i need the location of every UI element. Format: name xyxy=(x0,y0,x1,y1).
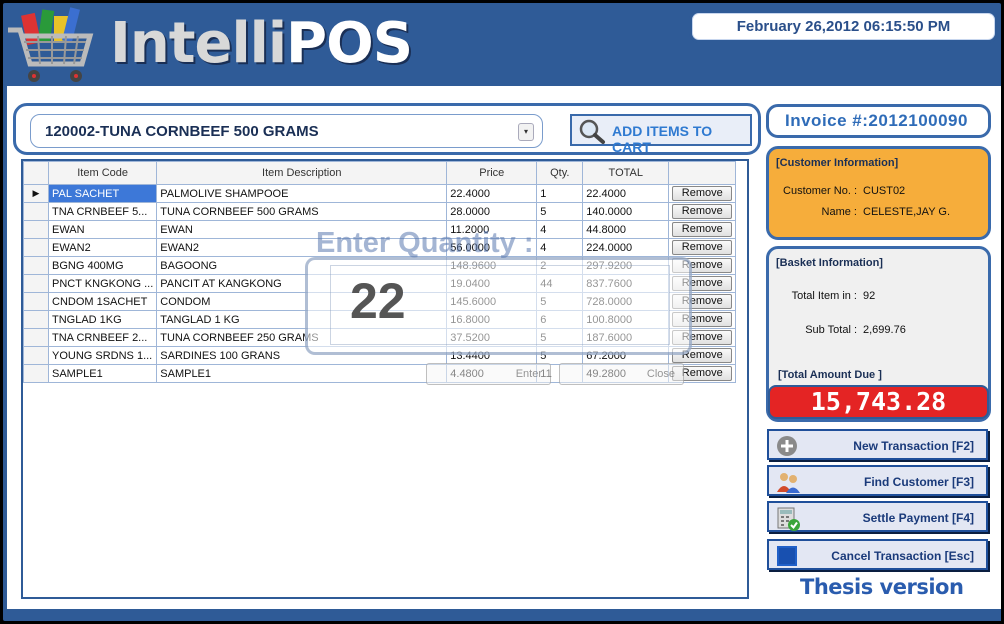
row-header[interactable] xyxy=(23,220,49,239)
table-header-row: Item Code Item Description Price Qty. TO… xyxy=(23,161,737,185)
cell-item-code[interactable]: BGNG 400MG xyxy=(47,256,158,275)
find-customer-button[interactable]: Find Customer [F3] xyxy=(767,465,988,496)
row-header-corner xyxy=(23,161,49,185)
cancel-transaction-label: Cancel Transaction [Esc] xyxy=(831,549,974,563)
cell-qty[interactable]: 4 xyxy=(536,238,584,257)
item-select-value: 120002-TUNA CORNBEEF 500 GRAMS xyxy=(45,123,319,140)
dropdown-arrow-icon[interactable]: ▾ xyxy=(518,123,534,141)
col-qty[interactable]: Qty. xyxy=(536,161,584,185)
cell-total[interactable]: 22.4000 xyxy=(582,184,670,203)
item-select-combo[interactable]: 120002-TUNA CORNBEEF 500 GRAMS ▾ xyxy=(30,114,543,148)
customer-name-label: Name : xyxy=(821,206,857,218)
col-total[interactable]: TOTAL xyxy=(582,161,670,185)
new-transaction-button[interactable]: New Transaction [F2] xyxy=(767,429,988,460)
cell-qty[interactable]: 1 xyxy=(536,184,584,203)
remove-button[interactable]: Remove xyxy=(672,240,733,255)
cell-item-code[interactable]: PAL SACHET xyxy=(47,184,158,203)
remove-button[interactable]: Remove xyxy=(672,222,733,237)
row-header[interactable] xyxy=(23,274,49,293)
add-items-label: ADD ITEMS TO CART xyxy=(612,123,713,155)
cell-remove: Remove xyxy=(668,184,737,203)
add-items-to-cart-button[interactable]: ADD ITEMS TO CART xyxy=(570,114,752,155)
cell-item-code[interactable]: TNA CRNBEEF 2... xyxy=(47,328,158,347)
cell-item-code[interactable]: TNA CRNBEEF 5... xyxy=(47,202,158,221)
quantity-input-value[interactable]: 22 xyxy=(350,272,406,330)
invoice-number: Invoice #:2012100090 xyxy=(766,104,991,138)
subtotal-value: 2,699.76 xyxy=(863,324,906,336)
row-header[interactable] xyxy=(23,202,49,221)
cell-remove: Remove xyxy=(668,238,737,257)
total-amount-due: 15,743.28 xyxy=(768,385,989,419)
cell-item-code[interactable]: TNGLAD 1KG xyxy=(47,310,158,329)
version-label: Thesis version xyxy=(800,575,964,599)
new-transaction-label: New Transaction [F2] xyxy=(853,439,974,453)
calculator-check-icon xyxy=(777,507,800,531)
cell-item-description[interactable]: SAMPLE1 xyxy=(156,364,448,383)
total-due-label: [Total Amount Due ] xyxy=(778,369,882,381)
remove-button[interactable]: Remove xyxy=(672,204,733,219)
cell-item-code[interactable]: PNCT KNGKONG ... xyxy=(47,274,158,293)
table-row[interactable]: ▶ PAL SACHET PALMOLIVE SHAMPOOE 22.4000 1 22.… xyxy=(23,184,737,203)
settle-payment-button[interactable]: Settle Payment [F4] xyxy=(767,501,988,532)
col-item-description[interactable]: Item Description xyxy=(156,161,448,185)
users-icon xyxy=(777,473,800,493)
settle-payment-label: Settle Payment [F4] xyxy=(862,511,974,525)
cell-item-code[interactable]: YOUNG SRDNS 1... xyxy=(47,346,158,365)
col-item-code[interactable]: Item Code xyxy=(47,161,158,185)
find-customer-label: Find Customer [F3] xyxy=(864,475,974,489)
shopping-cart-logo-icon xyxy=(8,7,94,82)
quantity-enter-button[interactable]: Enter xyxy=(426,363,551,385)
subtotal-label: Sub Total : xyxy=(805,324,857,336)
table-row[interactable]: TNA CRNBEEF 5... TUNA CORNBEEF 500 GRAMS 2… xyxy=(23,202,737,221)
remove-button[interactable]: Remove xyxy=(672,186,733,201)
row-header[interactable] xyxy=(23,292,49,311)
customer-no-label: Customer No. : xyxy=(783,185,857,197)
quantity-dialog-title: Enter Quantity : xyxy=(316,227,534,259)
row-header[interactable] xyxy=(23,364,49,383)
cancel-transaction-button[interactable]: Cancel Transaction [Esc] xyxy=(767,539,988,570)
cell-item-code[interactable]: EWAN xyxy=(47,220,158,239)
row-header[interactable] xyxy=(23,238,49,257)
total-items-label: Total Item in : xyxy=(791,290,857,302)
cell-item-code[interactable]: EWAN2 xyxy=(47,238,158,257)
cell-remove: Remove xyxy=(668,202,737,221)
cell-qty[interactable]: 5 xyxy=(536,202,584,221)
cell-item-description[interactable]: PALMOLIVE SHAMPOOE xyxy=(156,184,448,203)
customer-info-title: [Customer Information] xyxy=(776,157,899,169)
customer-no-value: CUST02 xyxy=(863,185,906,197)
bottom-bar xyxy=(7,609,1001,621)
cell-remove: Remove xyxy=(668,220,737,239)
customer-info-panel: [Customer Information] Customer No. : CU… xyxy=(766,146,991,240)
cell-item-description[interactable]: TUNA CORNBEEF 500 GRAMS xyxy=(156,202,448,221)
datetime-display: February 26,2012 06:15:50 PM xyxy=(689,10,998,43)
cell-price[interactable]: 28.0000 xyxy=(446,202,538,221)
col-price[interactable]: Price xyxy=(446,161,538,185)
basket-info-title: [Basket Information] xyxy=(776,257,883,269)
cell-total[interactable]: 224.0000 xyxy=(582,238,670,257)
magnifier-icon xyxy=(579,119,605,144)
col-remove xyxy=(668,161,737,185)
cell-total[interactable]: 140.0000 xyxy=(582,202,670,221)
app-title: IntelliPOS xyxy=(110,11,413,76)
total-items-value: 92 xyxy=(863,290,876,302)
plus-circle-icon xyxy=(777,436,797,456)
customer-name-value: CELESTE,JAY G. xyxy=(863,206,951,218)
row-header[interactable] xyxy=(23,328,49,347)
cell-price[interactable]: 22.4000 xyxy=(446,184,538,203)
row-header[interactable] xyxy=(23,310,49,329)
cell-qty[interactable]: 4 xyxy=(536,220,584,239)
cell-total[interactable]: 44.8000 xyxy=(582,220,670,239)
row-header[interactable] xyxy=(23,346,49,365)
cell-item-code[interactable]: SAMPLE1 xyxy=(47,364,158,383)
item-search-panel: 120002-TUNA CORNBEEF 500 GRAMS ▾ ADD ITE… xyxy=(13,103,761,155)
cancel-square-icon xyxy=(777,546,797,566)
current-row-indicator-icon[interactable]: ▶ xyxy=(23,184,49,203)
row-header[interactable] xyxy=(23,256,49,275)
cell-item-code[interactable]: CNDOM 1SACHET xyxy=(47,292,158,311)
quantity-close-button[interactable]: Close xyxy=(559,363,684,385)
